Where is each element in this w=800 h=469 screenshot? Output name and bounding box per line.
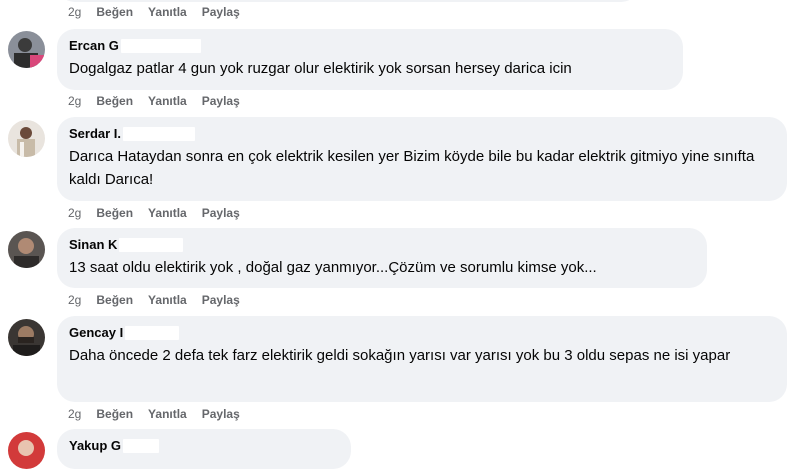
comment-bubble: Gencay I Daha öncede 2 defa tek farz ele… [57,316,787,402]
reply-button[interactable]: Yanıtla [148,293,187,307]
comment-actions: 2g Beğen Yanıtla Paylaş [68,405,240,423]
comment-author[interactable]: Gencay I [69,324,123,341]
comment-actions: 2g Beğen Yanıtla Paylaş [68,204,240,222]
like-button[interactable]: Beğen [96,5,133,19]
reply-button[interactable]: Yanıtla [148,206,187,220]
redaction [120,38,201,53]
comment-author[interactable]: Ercan G [69,37,119,54]
comment-bubble: Serdar I. Darıca Hataydan sonra en çok e… [57,117,787,201]
reply-button[interactable]: Yanıtla [148,407,187,421]
reply-button[interactable]: Yanıtla [148,5,187,19]
comment-actions: 2g Beğen Yanıtla Paylaş [68,92,240,110]
like-button[interactable]: Beğen [96,94,133,108]
reply-button[interactable]: Yanıtla [148,94,187,108]
comment-text: 13 saat oldu elektirik yok , doğal gaz y… [69,259,597,276]
avatar[interactable] [8,432,45,469]
redaction [125,325,180,340]
comment-bubble: Yakup G [57,429,351,469]
comment-text: Daha öncede 2 defa tek farz elektirik ge… [69,347,731,364]
comment-text: Dogalgaz patlar 4 gun yok ruzgar olur el… [69,60,572,77]
like-button[interactable]: Beğen [96,293,133,307]
avatar[interactable] [8,319,45,356]
comment-actions: 2g Beğen Yanıtla Paylaş [68,291,240,309]
comment-bubble: Ercan G Dogalgaz patlar 4 gun yok ruzgar… [57,29,683,90]
avatar[interactable] [8,120,45,157]
comment-time[interactable]: 2g [68,94,81,108]
share-button[interactable]: Paylaş [202,5,240,19]
comment-author[interactable]: Serdar I. [69,125,121,142]
share-button[interactable]: Paylaş [202,407,240,421]
comment-time[interactable]: 2g [68,206,81,220]
comment-text: Darıca Hataydan sonra en çok elektrik ke… [69,148,755,188]
comment-actions: 2g Beğen Yanıtla Paylaş [68,3,240,21]
comment-time[interactable]: 2g [68,407,81,421]
redaction [123,126,196,141]
share-button[interactable]: Paylaş [202,94,240,108]
redaction [119,237,184,252]
comment-author[interactable]: Sinan K [69,236,117,253]
comment-time[interactable]: 2g [68,5,81,19]
avatar[interactable] [8,231,45,268]
comment-time[interactable]: 2g [68,293,81,307]
like-button[interactable]: Beğen [96,407,133,421]
share-button[interactable]: Paylaş [202,206,240,220]
share-button[interactable]: Paylaş [202,293,240,307]
like-button[interactable]: Beğen [96,206,133,220]
avatar[interactable] [8,31,45,68]
redaction [123,438,160,453]
comment-bubble: Sinan K 13 saat oldu elektirik yok , doğ… [57,228,707,288]
previous-comment-bubble [57,0,639,2]
comment-author[interactable]: Yakup G [69,437,121,454]
